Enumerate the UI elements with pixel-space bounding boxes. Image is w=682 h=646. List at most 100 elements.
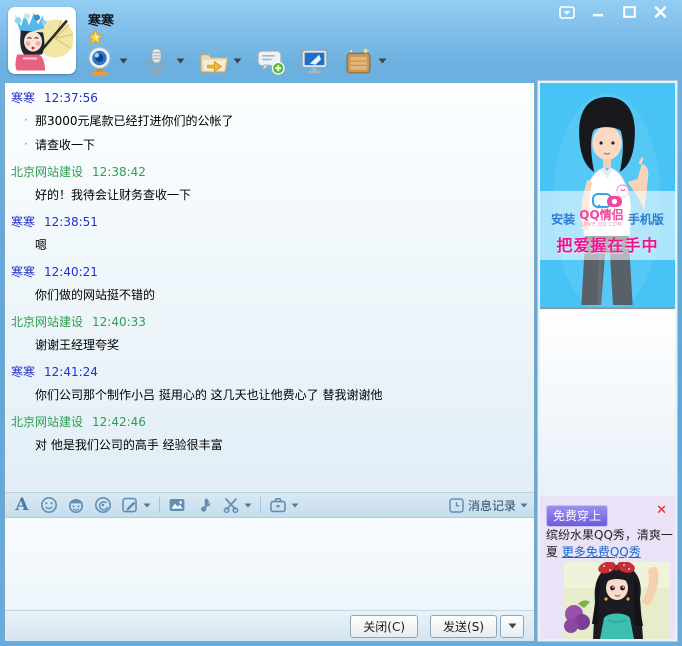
message-header: 北京网站建设12:40:33 (5, 307, 534, 333)
bullet-icon: · (24, 136, 28, 153)
message-time: 12:38:51 (44, 215, 98, 229)
member-star-icon[interactable] (87, 29, 104, 45)
chat-panel: 寒寒12:37:56·那3000元尾款已经打进你们的公帐了·请查收一下北京网站建… (4, 83, 535, 642)
chevron-down-icon[interactable] (119, 58, 128, 64)
remote-demo-button[interactable] (299, 46, 330, 77)
maximize-button[interactable] (617, 3, 641, 21)
toolbar-divider (159, 497, 160, 513)
magic-emoticon-button[interactable] (65, 494, 87, 516)
shake-icon (94, 496, 112, 514)
smiley-icon (40, 496, 58, 514)
sender-name: 寒寒 (11, 215, 35, 229)
create-group-chat-button[interactable] (255, 46, 286, 77)
message-group: 北京网站建设12:42:46对 他是我们公司的高手 经验很丰富 (5, 407, 534, 457)
scissors-icon (222, 496, 240, 514)
voice-call-button[interactable] (141, 46, 185, 77)
chevron-down-icon[interactable] (143, 503, 151, 508)
message-group: 寒寒 12:41:24 你们公司那个制作小吕 挺用心的 这几天也让他费心了 替我谢谢… (5, 357, 534, 407)
chevron-down-icon[interactable] (291, 503, 299, 508)
sender-name: 北京网站建设 (11, 165, 83, 179)
chevron-down-icon[interactable] (176, 58, 185, 64)
send-split-button: 发送(S) (430, 615, 524, 638)
message-header: 寒寒 12:41:24 (5, 357, 534, 383)
message-header: 寒寒 12:38:51 (5, 207, 534, 233)
message-text: ·那3000元尾款已经打进你们的公帐了 (5, 109, 534, 133)
chevron-down-icon[interactable] (233, 58, 242, 64)
chevron-down-icon (520, 503, 528, 508)
toolbar-divider (260, 497, 261, 513)
chevron-down-icon[interactable] (378, 58, 387, 64)
contact-avatar[interactable] (8, 7, 76, 74)
ad-girl-image[interactable] (564, 562, 670, 639)
clock-icon (449, 498, 464, 513)
font-button[interactable]: A (11, 494, 33, 516)
message-input-area[interactable] (5, 518, 534, 610)
message-group: 寒寒12:37:56·那3000元尾款已经打进你们的公帐了·请查收一下 (5, 83, 534, 157)
window-title: 寒寒 (88, 10, 114, 29)
chevron-down-icon[interactable] (244, 503, 252, 508)
sender-name: 北京网站建设 (11, 315, 83, 329)
message-text: 好的！我待会让财务查收一下 (5, 183, 534, 207)
chat-plus-icon (255, 46, 286, 77)
microphone-icon (141, 46, 172, 77)
banner-slogan: 把爱握在手中 (540, 232, 675, 256)
window-caption-buttons (555, 3, 672, 21)
shake-window-button[interactable] (92, 494, 114, 516)
message-group: 北京网站建设 12:38:42 好的！我待会让财务查收一下 (5, 157, 534, 207)
ad-close-icon[interactable]: ✕ (656, 504, 667, 517)
message-history-button[interactable]: 消息记录 (449, 497, 528, 514)
send-button[interactable]: 发送(S) (430, 615, 497, 638)
message-time: 12:42:46 (92, 415, 146, 429)
video-call-button[interactable] (84, 46, 128, 77)
close-button[interactable] (648, 3, 672, 21)
chat-history[interactable]: 寒寒12:37:56·那3000元尾款已经打进你们的公帐了·请查收一下北京网站建… (5, 83, 534, 492)
ad-badge[interactable]: 免费穿上 (546, 505, 608, 527)
bullet-icon: · (24, 112, 28, 129)
chevron-down-icon (508, 623, 517, 629)
qq-show-panel[interactable]: 安装 QQ情侣LOVE.QQ.COM 手机版 把爱握在手中 (540, 83, 675, 309)
monitor-rocket-icon (299, 46, 330, 77)
file-transfer-button[interactable] (198, 46, 242, 77)
session-menu-button[interactable] (555, 3, 579, 21)
webcam-icon (84, 46, 115, 77)
emoticon-button[interactable] (38, 494, 60, 516)
message-header: 寒寒 12:37:56 (5, 83, 534, 109)
close-chat-button[interactable]: 关闭(C) (350, 615, 418, 638)
message-time: 12:41:24 (44, 365, 98, 379)
footer-button-bar: 关闭(C) 发送(S) (5, 610, 534, 641)
folder-arrow-icon (198, 46, 229, 77)
message-time: 12:38:42 (92, 165, 146, 179)
wooden-box-icon (343, 46, 374, 77)
ad-text: 缤纷水果QQ秀，清爽一 夏 更多免费QQ秀 (546, 527, 676, 561)
qq-show-ad-panel: 免费穿上 ✕ 缤纷水果QQ秀，清爽一 夏 更多免费QQ秀 (540, 496, 675, 639)
message-input[interactable] (5, 518, 534, 610)
sender-name: 寒寒 (11, 365, 35, 379)
qq-show-ad-banner[interactable]: 安装 QQ情侣LOVE.QQ.COM 手机版 把爱握在手中 (540, 191, 675, 260)
message-group: 寒寒12:40:21你们做的网站挺不错的 (5, 257, 534, 307)
screenshot-button[interactable] (220, 494, 242, 516)
toolbox-button[interactable] (267, 494, 289, 516)
handwriting-button[interactable] (119, 494, 141, 516)
font-icon: A (15, 497, 28, 514)
app-box-button[interactable] (343, 46, 387, 77)
message-history-label: 消息记录 (468, 497, 516, 514)
banner-install-line: 安装 QQ情侣LOVE.QQ.COM 手机版 (540, 210, 675, 230)
message-group: 北京网站建设12:40:33谢谢王经理夸奖 (5, 307, 534, 357)
sender-name: 寒寒 (11, 91, 35, 105)
message-time: 12:37:56 (44, 91, 98, 105)
ad-link[interactable]: 更多免费QQ秀 (562, 545, 641, 559)
send-options-button[interactable] (500, 615, 524, 638)
format-toolbar: A (5, 492, 534, 518)
sender-name: 寒寒 (11, 265, 35, 279)
message-header: 北京网站建设12:42:46 (5, 407, 534, 433)
message-text: 你们公司那个制作小吕 挺用心的 这几天也让他费心了 替我谢谢他 (5, 383, 534, 407)
message-header: 北京网站建设 12:38:42 (5, 157, 534, 183)
send-audio-button[interactable] (193, 494, 215, 516)
opera-character-avatar-image (11, 10, 73, 71)
message-text: 嗯 (5, 233, 534, 257)
sidebar-empty-panel (540, 310, 675, 493)
send-image-button[interactable] (166, 494, 188, 516)
music-note-icon (195, 496, 213, 514)
sidebar: 安装 QQ情侣LOVE.QQ.COM 手机版 把爱握在手中 免费穿上 ✕ 缤纷水… (537, 80, 678, 642)
minimize-button[interactable] (586, 3, 610, 21)
